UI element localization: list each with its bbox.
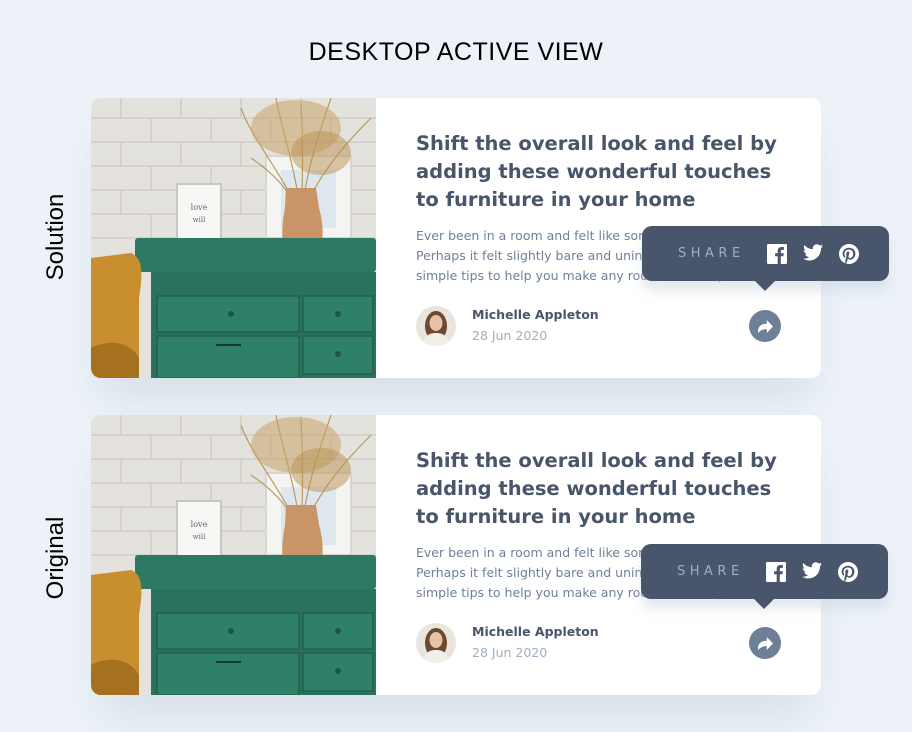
svg-text:will: will (193, 216, 206, 224)
svg-text:love: love (191, 520, 208, 529)
share-icon (757, 319, 773, 333)
avatar (416, 623, 456, 663)
article-headline[interactable]: Shift the overall look and feel by addin… (416, 130, 786, 214)
share-label: SHARE (677, 564, 744, 579)
share-popup: SHARE (641, 544, 888, 609)
pinterest-icon[interactable] (837, 561, 858, 582)
share-icon (757, 636, 773, 650)
twitter-icon[interactable] (801, 561, 822, 582)
svg-text:will: will (193, 533, 206, 541)
share-label: SHARE (678, 246, 745, 261)
facebook-icon[interactable] (766, 243, 787, 264)
row-label-original: Original (42, 516, 69, 600)
row-label-solution: Solution (42, 193, 69, 281)
post-date: 28 Jun 2020 (472, 328, 548, 343)
drawers-image: love will (91, 415, 376, 695)
share-button[interactable] (749, 310, 781, 342)
post-date: 28 Jun 2020 (472, 645, 548, 660)
share-popup: SHARE (642, 226, 889, 291)
article-headline[interactable]: Shift the overall look and feel by addin… (416, 447, 786, 531)
share-button[interactable] (749, 627, 781, 659)
article-card-original: love will Shift the overall look and fee… (91, 415, 888, 695)
author-name: Michelle Appleton (472, 624, 599, 639)
twitter-icon[interactable] (802, 243, 823, 264)
svg-text:love: love (191, 203, 208, 212)
facebook-icon[interactable] (765, 561, 786, 582)
author-name: Michelle Appleton (472, 307, 599, 322)
page-title: DESKTOP ACTIVE VIEW (308, 38, 604, 66)
drawers-image: love will (91, 98, 376, 378)
article-card-solution: love will Shift the overall look and fee… (91, 98, 889, 378)
pinterest-icon[interactable] (838, 243, 859, 264)
avatar (416, 306, 456, 346)
